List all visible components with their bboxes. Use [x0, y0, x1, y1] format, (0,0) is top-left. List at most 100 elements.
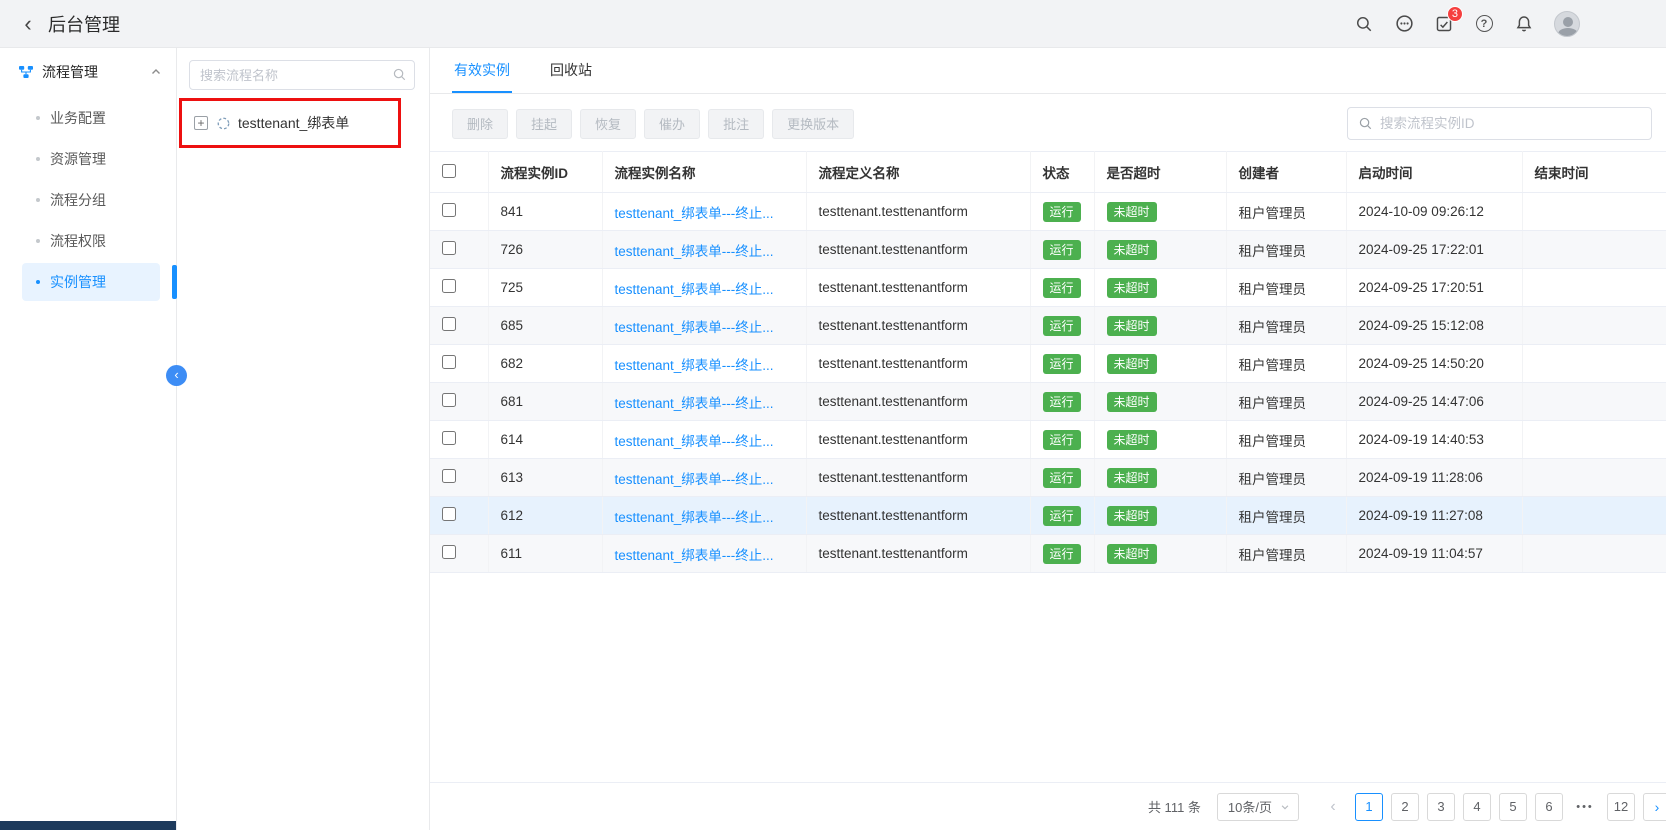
instance-link[interactable]: testtenant_绑表单---终止...: [615, 282, 774, 297]
tree-node-testtenant[interactable]: + testtenant_绑表单: [186, 107, 394, 139]
page-button-2[interactable]: 2: [1391, 793, 1419, 821]
avatar[interactable]: [1554, 11, 1580, 37]
sidebar-item-流程分组[interactable]: 流程分组: [22, 181, 160, 219]
cell-start-time: 2024-09-19 11:28:06: [1346, 459, 1522, 497]
toolbar-button-批注[interactable]: 批注: [708, 109, 764, 139]
next-page-button[interactable]: ›: [1643, 793, 1666, 821]
collapse-panel-button[interactable]: ‹: [166, 365, 187, 386]
tab-bar: 有效实例回收站: [430, 48, 1666, 94]
sidebar: 流程管理 业务配置资源管理流程分组流程权限实例管理: [0, 48, 177, 830]
sidebar-item-label: 流程权限: [50, 231, 106, 251]
instance-link[interactable]: testtenant_绑表单---终止...: [615, 434, 774, 449]
row-checkbox[interactable]: [442, 203, 456, 217]
row-checkbox-cell: [430, 231, 488, 269]
sidebar-item-资源管理[interactable]: 资源管理: [22, 140, 160, 178]
page-button-6[interactable]: 6: [1535, 793, 1563, 821]
sidebar-section-process-management[interactable]: 流程管理: [0, 48, 176, 96]
cell-end-time: [1522, 193, 1666, 231]
header-checkbox-cell: [430, 152, 488, 193]
cell-status: 运行: [1030, 231, 1094, 269]
search-icon[interactable]: [392, 67, 407, 85]
bullet-icon: [36, 239, 40, 243]
instance-search-input[interactable]: [1380, 116, 1641, 131]
toolbar-button-删除[interactable]: 删除: [452, 109, 508, 139]
toolbar-button-挂起[interactable]: 挂起: [516, 109, 572, 139]
cell-creator: 租户管理员: [1226, 421, 1346, 459]
back-button[interactable]: ‹: [14, 13, 42, 35]
prev-page-button[interactable]: ‹: [1319, 793, 1347, 821]
select-all-checkbox[interactable]: [442, 164, 456, 178]
status-badge: 运行: [1043, 506, 1081, 526]
instance-link[interactable]: testtenant_绑表单---终止...: [615, 510, 774, 525]
main-content: 有效实例回收站 删除挂起恢复催办批注更换版本 流程实例ID流程实例名称流程定: [430, 48, 1666, 830]
tab-有效实例[interactable]: 有效实例: [452, 48, 512, 93]
cell-definition-name: testtenant.testtenantform: [806, 231, 1030, 269]
cell-status: 运行: [1030, 421, 1094, 459]
assistant-icon[interactable]: [1394, 14, 1414, 34]
status-badge: 运行: [1043, 316, 1081, 336]
annotation-highlight-box: + testtenant_绑表单: [179, 98, 401, 148]
column-header-启动时间: 启动时间: [1346, 152, 1522, 193]
toolbar-button-恢复[interactable]: 恢复: [580, 109, 636, 139]
instance-link[interactable]: testtenant_绑表单---终止...: [615, 472, 774, 487]
cell-instance-id: 682: [488, 345, 602, 383]
toolbar: 删除挂起恢复催办批注更换版本: [430, 94, 1666, 151]
toolbar-buttons: 删除挂起恢复催办批注更换版本: [452, 109, 854, 139]
tab-回收站[interactable]: 回收站: [548, 48, 594, 93]
instance-link[interactable]: testtenant_绑表单---终止...: [615, 548, 774, 563]
instance-link[interactable]: testtenant_绑表单---终止...: [615, 358, 774, 373]
row-checkbox[interactable]: [442, 317, 456, 331]
topbar-icons: 3 ?: [1354, 11, 1666, 37]
instance-link[interactable]: testtenant_绑表单---终止...: [615, 396, 774, 411]
table-header-row: 流程实例ID流程实例名称流程定义名称状态是否超时创建者启动时间结束时间: [430, 152, 1666, 193]
row-checkbox[interactable]: [442, 393, 456, 407]
expand-icon[interactable]: +: [194, 116, 208, 130]
help-icon[interactable]: ?: [1474, 14, 1494, 34]
instance-link[interactable]: testtenant_绑表单---终止...: [615, 206, 774, 221]
toolbar-button-催办[interactable]: 催办: [644, 109, 700, 139]
todo-list-icon[interactable]: 3: [1434, 14, 1454, 34]
instance-search: [1347, 107, 1652, 140]
page-button-1[interactable]: 1: [1355, 793, 1383, 821]
status-badge: 运行: [1043, 430, 1081, 450]
timeout-badge: 未超时: [1107, 468, 1157, 488]
cell-start-time: 2024-09-25 17:22:01: [1346, 231, 1522, 269]
page-button-5[interactable]: 5: [1499, 793, 1527, 821]
row-checkbox-cell: [430, 459, 488, 497]
instance-link[interactable]: testtenant_绑表单---终止...: [615, 320, 774, 335]
page-button-3[interactable]: 3: [1427, 793, 1455, 821]
page-button-4[interactable]: 4: [1463, 793, 1491, 821]
timeout-badge: 未超时: [1107, 544, 1157, 564]
row-checkbox[interactable]: [442, 241, 456, 255]
cell-start-time: 2024-10-09 09:26:12: [1346, 193, 1522, 231]
cell-definition-name: testtenant.testtenantform: [806, 307, 1030, 345]
row-checkbox-cell: [430, 421, 488, 459]
cell-creator: 租户管理员: [1226, 307, 1346, 345]
row-checkbox[interactable]: [442, 469, 456, 483]
sidebar-item-实例管理[interactable]: 实例管理: [22, 263, 160, 301]
cell-status: 运行: [1030, 345, 1094, 383]
instance-link[interactable]: testtenant_绑表单---终止...: [615, 244, 774, 259]
sidebar-item-业务配置[interactable]: 业务配置: [22, 99, 160, 137]
tree-search-input[interactable]: [189, 60, 415, 90]
sidebar-item-流程权限[interactable]: 流程权限: [22, 222, 160, 260]
page-size-select[interactable]: 10条/页: [1217, 793, 1299, 821]
cell-status: 运行: [1030, 307, 1094, 345]
table-row: 681testtenant_绑表单---终止...testtenant.test…: [430, 383, 1666, 421]
page-button-12[interactable]: 12: [1607, 793, 1635, 821]
bell-icon[interactable]: [1514, 14, 1534, 34]
row-checkbox[interactable]: [442, 279, 456, 293]
cell-start-time: 2024-09-19 14:40:53: [1346, 421, 1522, 459]
cell-creator: 租户管理员: [1226, 497, 1346, 535]
row-checkbox[interactable]: [442, 507, 456, 521]
cell-end-time: [1522, 497, 1666, 535]
row-checkbox[interactable]: [442, 355, 456, 369]
page-ellipsis[interactable]: •••: [1571, 793, 1599, 821]
search-icon[interactable]: [1354, 14, 1374, 34]
toolbar-button-更换版本[interactable]: 更换版本: [772, 109, 854, 139]
table-row: 726testtenant_绑表单---终止...testtenant.test…: [430, 231, 1666, 269]
bullet-icon: [36, 198, 40, 202]
cell-start-time: 2024-09-25 15:12:08: [1346, 307, 1522, 345]
row-checkbox[interactable]: [442, 431, 456, 445]
row-checkbox[interactable]: [442, 545, 456, 559]
